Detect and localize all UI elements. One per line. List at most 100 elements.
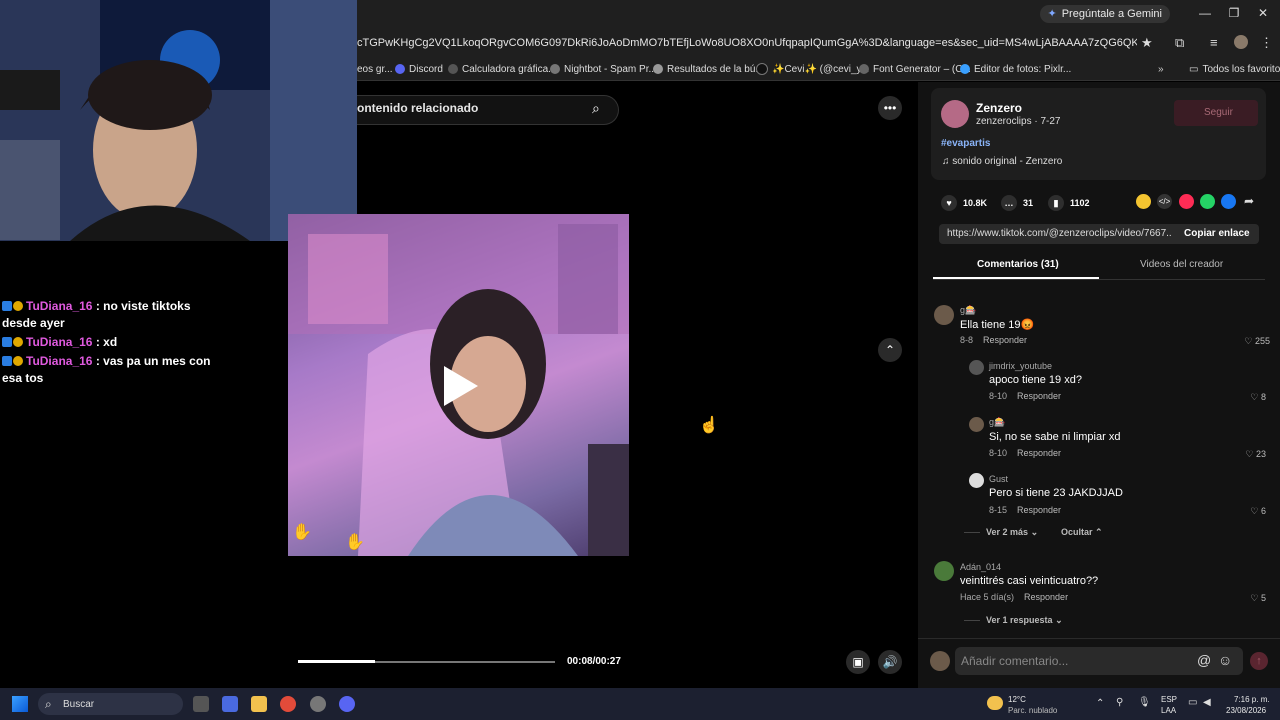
author-handle[interactable]: zenzeroclips · 7-27 [976,116,1060,127]
tab-creator-videos[interactable]: Videos del creador [1140,259,1223,270]
reply-button[interactable]: Responder [1017,391,1061,401]
wifi-icon[interactable]: ▭ [1188,697,1197,708]
tray-chevron-icon[interactable]: ⌃ [1096,698,1104,709]
language-layout[interactable]: LAA [1161,706,1176,715]
bookmark-label: Resultados de la bú... [667,63,764,75]
bookmarks-overflow-icon[interactable]: » [1158,62,1164,76]
mic-icon[interactable]: 🎙 [1138,697,1151,708]
reply-button[interactable]: Responder [983,335,1027,345]
extensions-icon[interactable]: ⧉ [1175,35,1184,51]
bookmark-item[interactable]: Editor de fotos: Pixlr... [960,62,1071,76]
volume-icon[interactable]: 🔊 [878,650,902,674]
embed-icon[interactable]: </> [1157,194,1172,209]
view-more-replies[interactable]: Ver 2 más ⌄ [986,527,1038,538]
play-icon[interactable] [444,366,478,406]
clock-time[interactable]: 7:16 p. m. [1234,695,1270,704]
hide-replies[interactable]: Ocultar ⌃ [1061,527,1103,538]
commenter-avatar[interactable] [934,561,954,581]
chrome-icon[interactable] [280,696,296,712]
all-bookmarks[interactable]: ▭ Todos los favoritos [1189,62,1280,76]
follow-button[interactable]: Seguir [1174,100,1258,126]
emoji-icon[interactable]: ☺ [1218,652,1232,668]
comment-like[interactable]: ♡ 8 [1236,392,1266,403]
comment-button[interactable]: … 31 [1001,195,1033,211]
bookmark-item[interactable]: Resultados de la bú... [653,62,764,76]
more-options-icon[interactable]: ••• [878,96,902,120]
bookmark-item[interactable]: Font Generator – (C... [859,62,971,76]
bookmark-item[interactable]: Calculadora gráfica... [448,62,557,76]
comment-like[interactable]: ♡ 255 [1240,336,1270,347]
restore-icon[interactable]: ❐ [1227,6,1241,20]
coin-share-icon[interactable] [1136,194,1151,209]
address-bar[interactable]: cTGPwKHgCg2VQ1LkoqORgvCOM6G097DkRi6JoAoD… [357,33,1137,53]
network-tray-icon[interactable]: ⚲ [1116,697,1123,708]
comment-like[interactable]: ♡ 6 [1236,506,1266,517]
tab-comments[interactable]: Comentarios (31) [977,259,1059,270]
bookmark-label: Font Generator – (C... [873,63,971,75]
divider [964,532,980,533]
commenter-avatar[interactable] [969,360,984,375]
menu-icon[interactable]: ⋮ [1260,35,1273,51]
comment-like[interactable]: ♡ 5 [1236,593,1266,604]
comment-username[interactable]: Adán_014 [960,562,1001,572]
comment-username[interactable]: g🎰 [989,417,1005,428]
file-explorer-icon[interactable] [251,696,267,712]
mention-icon[interactable]: @ [1197,652,1211,668]
comment-username[interactable]: g🎰 [960,305,976,316]
bookmark-label: Todos los favoritos [1202,63,1280,75]
hashtag-link[interactable]: #evapartis [941,138,990,149]
search-icon[interactable]: ⌕ [592,100,600,117]
comment-username[interactable]: Gust [989,474,1008,484]
profile-avatar[interactable] [1234,35,1248,49]
comment-like[interactable]: ♡ 23 [1236,449,1266,460]
share-arrow-icon[interactable]: ➦ [1244,194,1254,208]
bookmark-item[interactable]: Discord [395,62,443,76]
comment-like-count: 6 [1260,506,1266,516]
app-icon[interactable] [222,696,238,712]
video-time: 00:08/00:27 [567,656,621,667]
gemini-icon: ✦ [1047,8,1057,20]
bookmark-item[interactable]: eos gr... [357,62,393,76]
comment-text: apoco tiene 19 xd? [989,374,1082,386]
close-icon[interactable]: ✕ [1256,6,1270,20]
commenter-avatar[interactable] [969,473,984,488]
task-view-icon[interactable] [193,696,209,712]
send-share-icon[interactable] [1179,194,1194,209]
copy-link-button[interactable]: Copiar enlace [1184,228,1250,239]
hand-emoji-icon: ✋ [292,524,312,541]
author-name[interactable]: Zenzero [976,101,1022,115]
reply-button[interactable]: Responder [1017,505,1061,515]
comment-username[interactable]: jimdrix_youtube [989,361,1052,371]
weather-icon [987,696,1003,710]
sound-link[interactable]: ♫ sonido original - Zenzero [942,156,1062,167]
previous-video-icon[interactable]: ⌃ [878,338,902,362]
chat-username: TuDiana_16 [26,335,93,349]
taskbar-search[interactable] [38,693,183,715]
bookmark-label: eos gr... [357,63,393,75]
clock-date[interactable]: 23/08/2026 [1226,706,1266,715]
reply-button[interactable]: Responder [1017,448,1061,458]
bookmark-star-icon[interactable]: ★ [1141,35,1153,51]
obs-icon[interactable] [310,696,326,712]
like-button[interactable]: ♥ 10.8K [941,195,987,211]
view-one-reply[interactable]: Ver 1 respuesta ⌄ [986,615,1063,626]
send-icon[interactable]: ↑ [1250,652,1268,670]
commenter-avatar[interactable] [934,305,954,325]
commenter-avatar[interactable] [969,417,984,432]
save-button[interactable]: ▮ 1102 [1048,195,1090,211]
bookmark-item[interactable]: Nightbot - Spam Pr... [550,62,657,76]
speaker-icon[interactable]: ◀ [1203,697,1211,708]
bookmark-item[interactable]: ✨Cevi✨ (@cevi_y... [756,62,869,76]
minimize-icon[interactable]: — [1198,6,1212,20]
facebook-icon[interactable] [1221,194,1236,209]
whatsapp-icon[interactable] [1200,194,1215,209]
reply-button[interactable]: Responder [1024,592,1068,602]
gemini-button[interactable]: ✦ Pregúntale a Gemini [1039,5,1170,23]
language-code[interactable]: ESP [1161,695,1177,704]
windows-start-icon[interactable] [12,696,28,712]
video-link[interactable]: https://www.tiktok.com/@zenzeroclips/vid… [947,228,1172,239]
author-avatar[interactable] [941,100,969,128]
pip-icon[interactable]: ▣ [846,650,870,674]
discord-icon[interactable] [339,696,355,712]
media-icon[interactable]: ≡ [1210,35,1218,50]
